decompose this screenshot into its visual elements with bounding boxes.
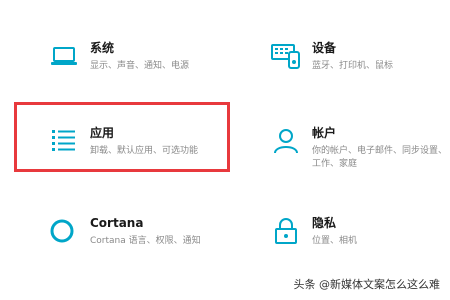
tile-title: 帐户 <box>312 126 337 140</box>
settings-tile-devices[interactable]: 设备 蓝牙、打印机、鼠标 <box>270 40 440 100</box>
cortana-circle-icon <box>48 215 80 247</box>
lock-icon <box>270 215 302 247</box>
tile-description: 你的帐户、电子邮件、同步设置、工作、家庭 <box>312 146 448 169</box>
tile-title: Cortana <box>90 216 144 230</box>
tile-description: 位置、相机 <box>312 236 358 246</box>
tile-title: 设备 <box>312 41 337 55</box>
settings-tile-cortana[interactable]: Cortana Cortana 语言、权限、通知 <box>48 215 218 275</box>
highlight-annotation-box <box>14 102 230 172</box>
devices-icon <box>270 40 302 72</box>
person-icon <box>270 125 302 157</box>
tile-description: Cortana 语言、权限、通知 <box>90 236 201 246</box>
laptop-icon <box>48 40 80 72</box>
settings-tile-system[interactable]: 系统 显示、声音、通知、电源 <box>48 40 218 100</box>
tile-description: 显示、声音、通知、电源 <box>90 61 190 71</box>
tile-title: 系统 <box>90 41 115 55</box>
settings-tile-privacy[interactable]: 隐私 位置、相机 <box>270 215 440 275</box>
tile-description: 蓝牙、打印机、鼠标 <box>312 61 394 71</box>
watermark-text: 头条 @新媒体文案怎么这么难 <box>293 278 441 291</box>
tile-title: 隐私 <box>312 216 337 230</box>
settings-tile-accounts[interactable]: 帐户 你的帐户、电子邮件、同步设置、工作、家庭 <box>270 125 447 185</box>
